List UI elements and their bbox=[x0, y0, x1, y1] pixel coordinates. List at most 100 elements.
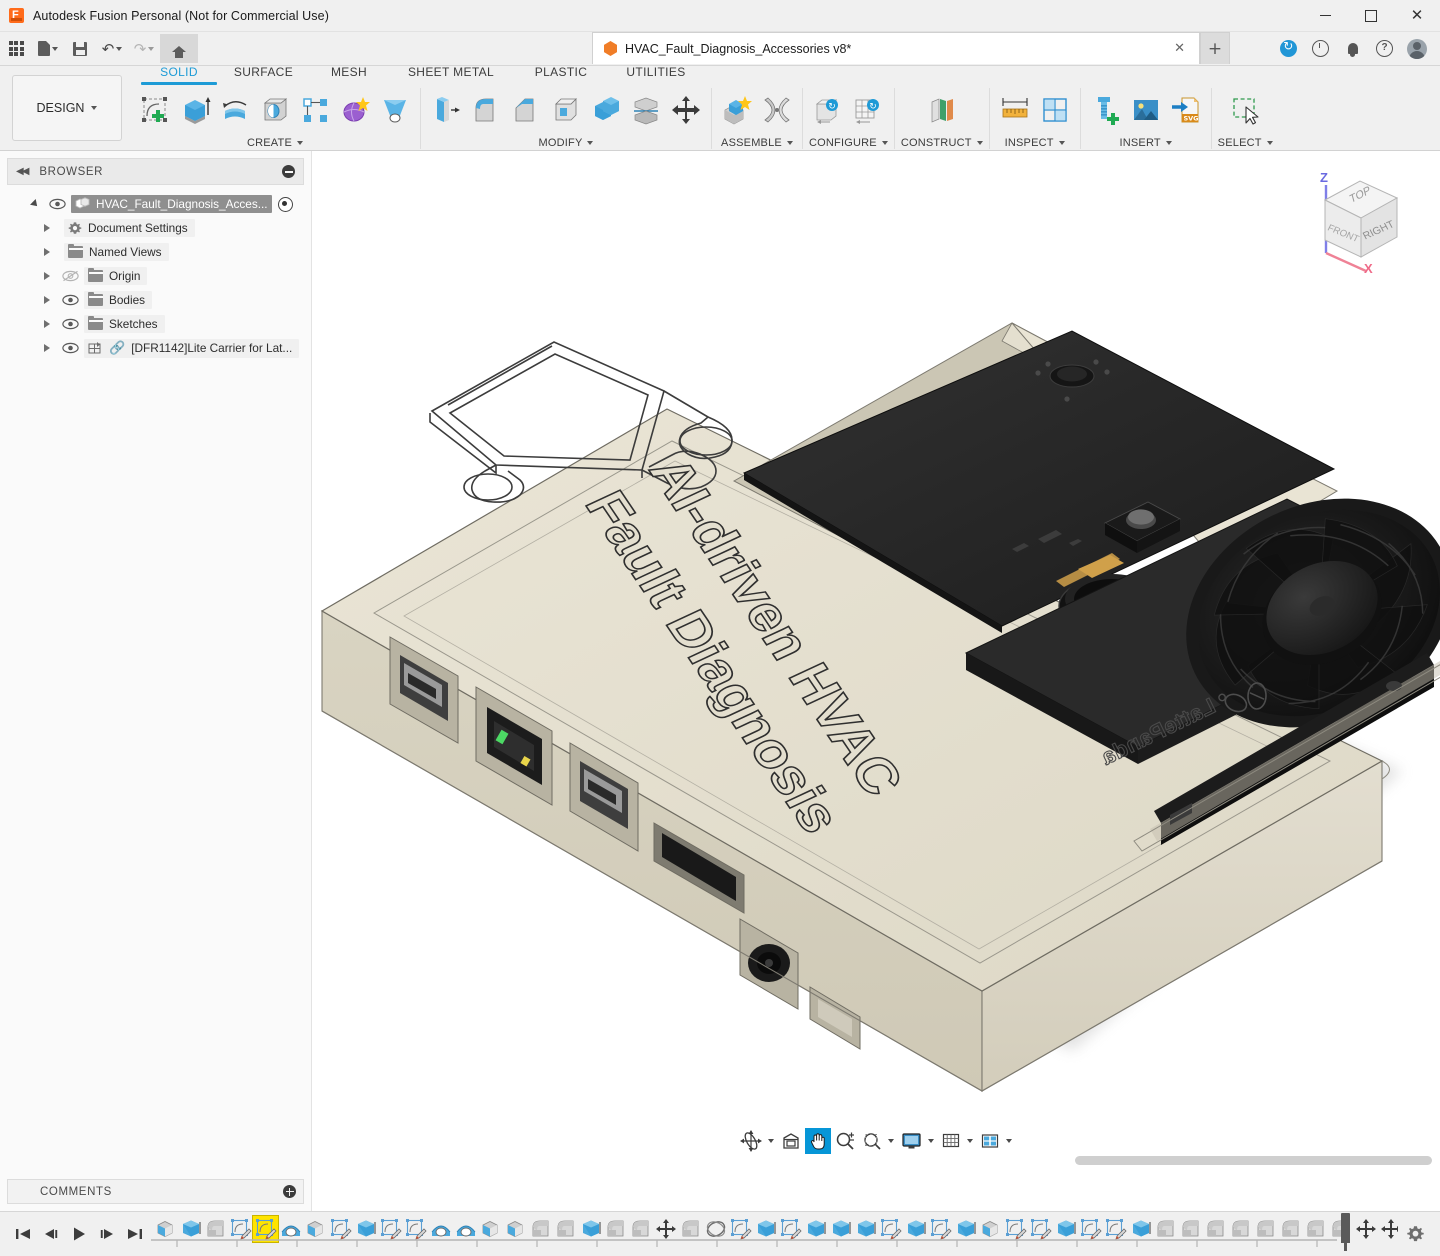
new-component-icon[interactable] bbox=[718, 90, 756, 130]
workspace-selector[interactable]: DESIGN bbox=[12, 75, 122, 141]
tree-node-origin-wrap[interactable]: Origin bbox=[84, 267, 147, 285]
chevron-down-icon[interactable] bbox=[882, 141, 888, 145]
tree-node-sketches[interactable]: Sketches bbox=[0, 312, 311, 336]
rectangular-pattern-icon[interactable] bbox=[296, 90, 334, 130]
canvas-3d-viewport[interactable]: LattePanda bbox=[312, 151, 1440, 1211]
tab-surface[interactable]: SURFACE bbox=[217, 65, 310, 88]
tab-solid[interactable]: SOLID bbox=[141, 65, 217, 88]
chevron-down-icon[interactable] bbox=[977, 141, 983, 145]
canvas-image-icon[interactable] bbox=[1127, 90, 1165, 130]
chevron-down-icon[interactable] bbox=[297, 141, 303, 145]
shell-icon[interactable] bbox=[547, 90, 585, 130]
chevron-down-icon[interactable] bbox=[1267, 141, 1273, 145]
create-sketch-icon[interactable] bbox=[136, 90, 174, 130]
tree-node-linked-component[interactable]: 🔗 [DFR1142]Lite Carrier for Lat... bbox=[0, 336, 311, 360]
zoom-icon[interactable] bbox=[832, 1128, 858, 1154]
tab-plastic[interactable]: PLASTIC bbox=[514, 65, 608, 88]
tree-node-bodies-wrap[interactable]: Bodies bbox=[84, 291, 152, 309]
go-to-beginning-button[interactable] bbox=[10, 1222, 35, 1247]
chevron-down-icon[interactable] bbox=[787, 141, 793, 145]
step-back-button[interactable] bbox=[38, 1222, 63, 1247]
look-at-icon[interactable] bbox=[778, 1128, 804, 1154]
press-pull-icon[interactable] bbox=[427, 90, 465, 130]
timeline-track[interactable] bbox=[147, 1212, 1398, 1256]
view-cube[interactable]: Z X TOP FRONT RIGHT bbox=[1300, 167, 1412, 277]
minus-circle-icon[interactable] bbox=[282, 165, 295, 178]
tree-node-named-views-wrap[interactable]: Named Views bbox=[64, 243, 169, 261]
split-body-icon[interactable] bbox=[627, 90, 665, 130]
move-copy-icon[interactable] bbox=[667, 90, 705, 130]
app-grid-icon[interactable] bbox=[0, 34, 32, 63]
chevron-down-icon[interactable] bbox=[1059, 141, 1065, 145]
maximize-button[interactable] bbox=[1348, 0, 1394, 31]
visibility-eye-icon[interactable] bbox=[62, 342, 79, 354]
expander-icon[interactable] bbox=[40, 245, 54, 259]
chevron-down-icon[interactable] bbox=[768, 1139, 774, 1143]
extrude-icon[interactable] bbox=[176, 90, 214, 130]
chevron-down-icon[interactable] bbox=[1006, 1139, 1012, 1143]
visibility-eye-icon[interactable] bbox=[49, 198, 66, 210]
loft-icon[interactable] bbox=[376, 90, 414, 130]
tree-node-sketches-wrap[interactable]: Sketches bbox=[84, 315, 165, 333]
new-document-icon[interactable] bbox=[32, 34, 64, 63]
chamfer-icon[interactable] bbox=[507, 90, 545, 130]
tree-node-named-views[interactable]: Named Views bbox=[0, 240, 311, 264]
step-forward-button[interactable] bbox=[94, 1222, 119, 1247]
bell-icon[interactable] bbox=[1338, 34, 1367, 63]
redo-icon[interactable]: ↷ bbox=[128, 34, 160, 63]
sync-icon[interactable] bbox=[1274, 34, 1303, 63]
tab-utilities[interactable]: UTILITIES bbox=[608, 65, 704, 88]
display-settings-icon[interactable] bbox=[898, 1128, 925, 1154]
activate-component-radio[interactable] bbox=[278, 197, 293, 212]
chevron-down-icon[interactable] bbox=[928, 1139, 934, 1143]
tree-node-document-settings-wrap[interactable]: Document Settings bbox=[64, 219, 195, 237]
insert-mcmaster-icon[interactable] bbox=[1087, 90, 1125, 130]
tab-mesh[interactable]: MESH bbox=[310, 65, 388, 88]
combine-icon[interactable] bbox=[587, 90, 625, 130]
plus-circle-icon[interactable] bbox=[283, 1185, 296, 1198]
configuration-table-icon[interactable]: ↻ bbox=[849, 90, 887, 130]
grid-snaps-icon[interactable] bbox=[938, 1128, 964, 1154]
tab-sheet-metal[interactable]: SHEET METAL bbox=[388, 65, 514, 88]
chevron-down-icon[interactable] bbox=[1166, 141, 1172, 145]
expander-icon[interactable] bbox=[40, 317, 54, 331]
chevron-down-icon[interactable] bbox=[967, 1139, 973, 1143]
expander-icon[interactable] bbox=[40, 341, 54, 355]
fit-icon[interactable] bbox=[859, 1128, 885, 1154]
document-tab-close-icon[interactable]: ✕ bbox=[1168, 41, 1191, 56]
chevron-down-icon[interactable] bbox=[587, 141, 593, 145]
timeline-settings-gear-icon[interactable] bbox=[1398, 1225, 1440, 1244]
tree-node-origin[interactable]: Origin bbox=[0, 264, 311, 288]
play-button[interactable] bbox=[66, 1222, 91, 1247]
expander-open-icon[interactable] bbox=[28, 197, 42, 211]
model-render[interactable]: LattePanda bbox=[312, 151, 1440, 1211]
timeline-scrollbar[interactable] bbox=[1075, 1156, 1432, 1165]
configure-design-icon[interactable]: ↻ bbox=[809, 90, 847, 130]
collapse-panel-icon[interactable]: ◀◀ bbox=[16, 166, 27, 177]
section-analysis-icon[interactable] bbox=[1036, 90, 1074, 130]
form-icon[interactable] bbox=[336, 90, 374, 130]
insert-svg-icon[interactable]: SVG bbox=[1167, 90, 1205, 130]
comments-panel-header[interactable]: COMMENTS bbox=[7, 1179, 304, 1204]
tree-node-root[interactable]: HVAC_Fault_Diagnosis_Acces... bbox=[0, 192, 311, 216]
measure-icon[interactable] bbox=[996, 90, 1034, 130]
fillet-icon[interactable] bbox=[467, 90, 505, 130]
pan-icon[interactable] bbox=[805, 1128, 831, 1154]
document-tab[interactable]: HVAC_Fault_Diagnosis_Accessories v8* ✕ bbox=[592, 32, 1200, 64]
tree-node-linked-component-wrap[interactable]: 🔗 [DFR1142]Lite Carrier for Lat... bbox=[84, 339, 299, 358]
visibility-eye-off-icon[interactable] bbox=[62, 270, 79, 282]
chevron-down-icon[interactable] bbox=[888, 1139, 894, 1143]
timeline-end-marker[interactable] bbox=[1341, 1213, 1350, 1243]
save-icon[interactable] bbox=[64, 34, 96, 63]
avatar[interactable] bbox=[1402, 34, 1431, 63]
revolve-icon[interactable] bbox=[216, 90, 254, 130]
close-button[interactable]: ✕ bbox=[1394, 0, 1440, 31]
visibility-eye-icon[interactable] bbox=[62, 318, 79, 330]
home-icon[interactable] bbox=[160, 34, 198, 63]
new-tab-button[interactable]: + bbox=[1200, 32, 1230, 64]
tree-node-bodies[interactable]: Bodies bbox=[0, 288, 311, 312]
viewports-icon[interactable] bbox=[977, 1128, 1003, 1154]
undo-icon[interactable]: ↶ bbox=[96, 34, 128, 63]
visibility-eye-icon[interactable] bbox=[62, 294, 79, 306]
go-to-end-button[interactable] bbox=[122, 1222, 147, 1247]
